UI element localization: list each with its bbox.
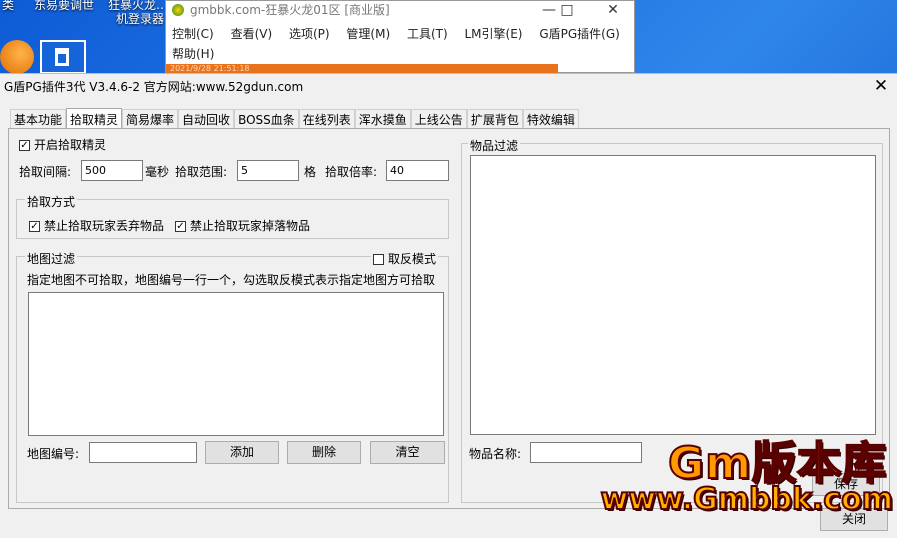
interval-label: 拾取间隔: xyxy=(19,165,72,179)
menu-view[interactable]: 查看(V) xyxy=(231,27,273,41)
close-button[interactable]: ✕ xyxy=(596,1,630,19)
window-title: gmbbk.com-狂暴火龙01区 [商业版] xyxy=(190,3,390,17)
interval-input[interactable]: 500 xyxy=(81,160,143,181)
item-filter-title: 物品过滤 xyxy=(468,137,521,154)
tab-drop-rate[interactable]: 简易爆率 xyxy=(122,109,179,130)
tab-online-list[interactable]: 在线列表 xyxy=(298,109,355,130)
delete-map-button[interactable]: 删除 xyxy=(287,441,361,464)
range-unit: 格 xyxy=(304,165,317,179)
watermark-url: www.Gmbbk.com xyxy=(600,481,894,518)
add-map-button[interactable]: 添加 xyxy=(205,441,279,464)
maximize-button[interactable]: □ xyxy=(550,1,584,19)
tab-basic[interactable]: 基本功能 xyxy=(10,109,67,130)
menu-gdun-plugin[interactable]: G盾PG插件(G) xyxy=(539,27,620,41)
rate-label: 拾取倍率: xyxy=(325,165,378,179)
interval-unit: 毫秒 xyxy=(145,165,170,179)
dialog-title: G盾PG插件3代 V3.4.6-2 官方网站:www.52gdun.com xyxy=(4,80,304,94)
tab-login-notice[interactable]: 上线公告 xyxy=(410,109,467,130)
tab-auto-recycle[interactable]: 自动回收 xyxy=(178,109,235,130)
checkbox-box: ✓ xyxy=(29,221,40,232)
block-dropped-checkbox[interactable]: ✓ 禁止拾取玩家掉落物品 xyxy=(175,217,310,234)
tab-bar: 基本功能 拾取精灵 简易爆率 自动回收 BOSS血条 在线列表 浑水摸鱼 上线公告 扩展背包 特效… xyxy=(10,107,579,131)
block-discarded-checkbox[interactable]: ✓ 禁止拾取玩家丢弃物品 xyxy=(29,217,164,234)
map-filter-title: 地图过滤 xyxy=(25,250,78,267)
menu-manage[interactable]: 管理(M) xyxy=(346,27,390,41)
pickup-method-title: 拾取方式 xyxy=(25,193,78,210)
menu-lm-engine[interactable]: LM引擎(E) xyxy=(465,27,523,41)
checkbox-box xyxy=(373,254,384,265)
menu-tools[interactable]: 工具(T) xyxy=(407,27,448,41)
status-time: 2021/9/28 21:51:18 xyxy=(170,64,250,73)
item-name-input[interactable] xyxy=(530,442,642,463)
range-label: 拾取范围: xyxy=(175,165,228,179)
desktop-app-icon[interactable] xyxy=(0,40,34,74)
checkbox-box: ✓ xyxy=(175,221,186,232)
menu-options[interactable]: 选项(P) xyxy=(289,27,330,41)
menu-control[interactable]: 控制(C) xyxy=(172,27,214,41)
tab-ext-bag[interactable]: 扩展背包 xyxy=(466,109,523,130)
close-icon[interactable]: ✕ xyxy=(871,75,891,97)
block-discarded-label: 禁止拾取玩家丢弃物品 xyxy=(44,219,165,233)
range-input[interactable]: 5 xyxy=(237,160,299,181)
clear-maps-button[interactable]: 清空 xyxy=(370,441,445,464)
item-list[interactable] xyxy=(470,155,876,435)
block-dropped-label: 禁止拾取玩家掉落物品 xyxy=(190,219,311,233)
desktop-app-icon[interactable] xyxy=(40,40,86,74)
desktop-label: 机登录器 xyxy=(116,12,165,26)
map-id-input[interactable] xyxy=(89,442,197,463)
map-id-label: 地图编号: xyxy=(27,447,80,461)
background-app-window[interactable]: gmbbk.com-狂暴火龙01区 [商业版] — □ ✕ 控制(C) 查看(V… xyxy=(165,0,635,74)
invert-mode-checkbox[interactable]: 取反模式 xyxy=(371,250,439,267)
invert-mode-label: 取反模式 xyxy=(388,252,437,266)
desktop-label: 类 xyxy=(2,0,15,12)
desktop-label: 东易要调世 xyxy=(34,0,95,12)
menu-help[interactable]: 帮助(H) xyxy=(172,45,214,62)
enable-pickup-label: 开启拾取精灵 xyxy=(34,138,107,152)
item-name-label: 物品名称: xyxy=(469,447,522,461)
map-list[interactable] xyxy=(28,292,444,436)
tab-boss-hp[interactable]: BOSS血条 xyxy=(234,109,299,130)
menu-bar: 控制(C) 查看(V) 选项(P) 管理(M) 工具(T) LM引擎(E) G盾… xyxy=(172,25,633,42)
app-logo-icon xyxy=(172,4,184,16)
checkbox-box: ✓ xyxy=(19,140,30,151)
tab-effect-edit[interactable]: 特效编辑 xyxy=(522,109,579,130)
tab-muddy-fishing[interactable]: 浑水摸鱼 xyxy=(354,109,411,130)
rate-input[interactable]: 40 xyxy=(386,160,449,181)
map-filter-hint: 指定地图不可拾取，地图编号一行一个，勾选取反模式表示指定地图方可拾取 xyxy=(27,273,436,287)
enable-pickup-checkbox[interactable]: ✓ 开启拾取精灵 xyxy=(19,136,106,153)
